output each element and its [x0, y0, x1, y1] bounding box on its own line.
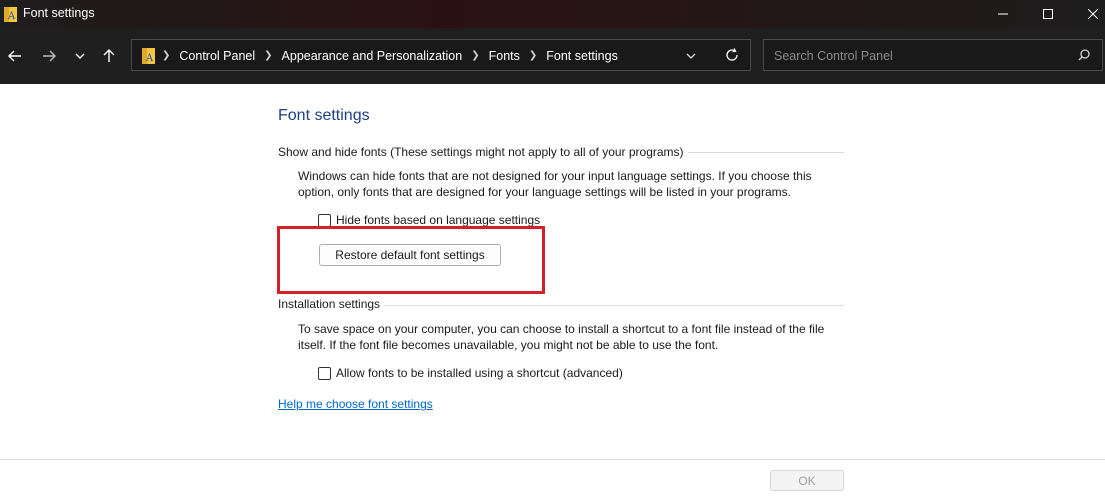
breadcrumb-separator-icon: ❯: [264, 50, 273, 61]
help-link[interactable]: Help me choose font settings: [278, 397, 433, 411]
hide-fonts-option[interactable]: Hide fonts based on language settings: [318, 213, 540, 227]
breadcrumb-separator-icon: ❯: [162, 50, 171, 61]
page-title: Font settings: [278, 107, 370, 124]
search-box[interactable]: [763, 39, 1103, 71]
up-arrow-icon: [103, 49, 115, 62]
forward-arrow-icon: [43, 50, 56, 62]
navigation-bar: A ❯ Control Panel ❯ Appearance and Perso…: [0, 28, 1105, 84]
back-button[interactable]: [2, 43, 28, 69]
hide-fonts-label[interactable]: Hide fonts based on language settings: [336, 213, 540, 227]
font-folder-icon: A: [4, 6, 18, 22]
back-arrow-icon: [8, 50, 21, 62]
breadcrumb: A ❯ Control Panel ❯ Appearance and Perso…: [142, 47, 618, 64]
up-button[interactable]: [96, 43, 122, 69]
forward-button[interactable]: [36, 43, 62, 69]
maximize-icon: [1043, 9, 1053, 19]
installation-description: To save space on your computer, you can …: [298, 322, 825, 352]
breadcrumb-font-settings[interactable]: Font settings: [546, 49, 618, 63]
allow-shortcut-option[interactable]: Allow fonts to be installed using a shor…: [318, 366, 623, 380]
chevron-down-icon: [75, 53, 85, 59]
chevron-down-icon: [686, 53, 696, 59]
recent-locations-button[interactable]: [67, 43, 93, 69]
title-bar: A Font settings: [0, 0, 1105, 28]
folder-location-icon: A: [142, 47, 156, 64]
ok-button[interactable]: OK: [770, 470, 844, 491]
minimize-button[interactable]: [980, 0, 1026, 28]
allow-shortcut-label[interactable]: Allow fonts to be installed using a shor…: [336, 366, 623, 380]
svg-text:A: A: [7, 11, 16, 22]
refresh-button[interactable]: [713, 39, 751, 71]
search-input[interactable]: [772, 47, 1066, 65]
allow-shortcut-checkbox[interactable]: [318, 366, 331, 380]
svg-text:A: A: [145, 53, 154, 64]
show-hide-section-title: Show and hide fonts (These settings migh…: [278, 145, 688, 159]
show-hide-description: Windows can hide fonts that are not desi…: [298, 169, 812, 199]
close-button[interactable]: [1070, 0, 1105, 28]
address-bar[interactable]: A ❯ Control Panel ❯ Appearance and Perso…: [131, 39, 751, 71]
window-title: Font settings: [23, 6, 95, 20]
minimize-icon: [998, 13, 1008, 15]
highlight-annotation: [277, 226, 545, 294]
footer-divider: [0, 459, 1105, 460]
breadcrumb-separator-icon: ❯: [528, 50, 538, 61]
hide-fonts-checkbox[interactable]: [318, 213, 331, 227]
refresh-icon: [725, 48, 738, 61]
breadcrumb-appearance[interactable]: Appearance and Personalization: [282, 49, 463, 63]
search-icon[interactable]: [1078, 49, 1090, 64]
breadcrumb-control-panel[interactable]: Control Panel: [179, 49, 255, 63]
maximize-button[interactable]: [1025, 0, 1071, 28]
close-icon: [1088, 9, 1098, 19]
breadcrumb-fonts[interactable]: Fonts: [489, 49, 520, 63]
breadcrumb-separator-icon: ❯: [471, 50, 480, 61]
installation-section-title: Installation settings: [278, 297, 385, 311]
address-history-button[interactable]: [686, 48, 696, 62]
